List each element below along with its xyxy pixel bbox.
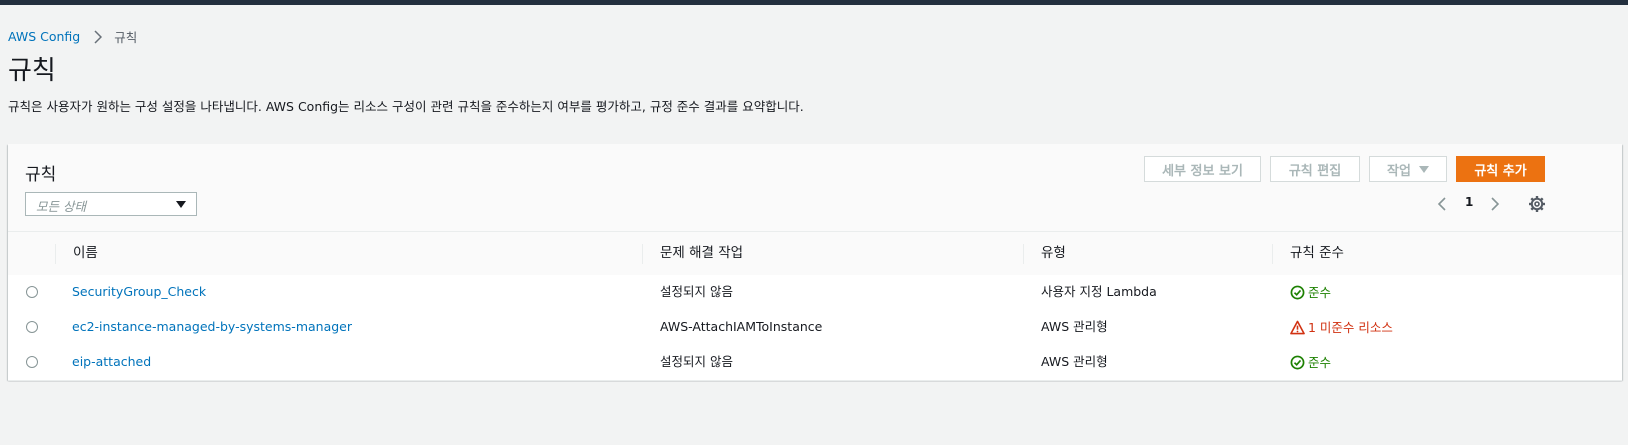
table-row[interactable]: SecurityGroup_Check 설정되지 않음 사용자 지정 Lambd… <box>8 275 1622 311</box>
status-filter-select[interactable]: 모든 상태 <box>25 192 197 216</box>
chevron-right-icon <box>94 29 103 44</box>
compliance-cell: 준수 <box>1290 275 1331 310</box>
view-details-button[interactable]: 세부 정보 보기 <box>1144 156 1261 182</box>
remediation-cell: AWS-AttachIAMToInstance <box>660 319 823 334</box>
type-cell: AWS 관리형 <box>1041 319 1108 334</box>
status-filter-placeholder: 모든 상태 <box>36 199 86 214</box>
check-circle-icon <box>1290 285 1305 300</box>
breadcrumb-aws-config-link[interactable]: AWS Config <box>8 29 80 44</box>
column-header-compliance[interactable]: 규칙 준수 <box>1290 232 1344 276</box>
row-select-radio[interactable] <box>26 356 38 368</box>
top-navigation-bar <box>0 0 1628 5</box>
row-select-radio[interactable] <box>26 286 38 298</box>
panel-title: 규칙 <box>25 165 57 185</box>
type-cell: 사용자 지정 Lambda <box>1041 284 1157 299</box>
gear-icon[interactable] <box>1528 195 1546 213</box>
page-title: 규칙 <box>8 56 56 86</box>
column-divider <box>1272 244 1273 264</box>
rule-name-link[interactable]: ec2-instance-managed-by-systems-manager <box>72 310 352 345</box>
column-header-remediation[interactable]: 문제 해결 작업 <box>660 232 743 276</box>
breadcrumb: AWS Config 규칙 <box>8 27 137 46</box>
compliance-status: 준수 <box>1308 284 1332 300</box>
add-rule-button[interactable]: 규칙 추가 <box>1456 156 1545 182</box>
table-row[interactable]: eip-attached 설정되지 않음 AWS 관리형 준수 <box>8 345 1622 381</box>
table-header: 이름 문제 해결 작업 유형 규칙 준수 <box>8 231 1622 277</box>
page-description: 규칙은 사용자가 원하는 구성 설정을 나타냅니다. AWS Config는 리… <box>8 99 804 114</box>
edit-rule-button[interactable]: 규칙 편집 <box>1270 156 1360 182</box>
table-row[interactable]: ec2-instance-managed-by-systems-manager … <box>8 310 1622 346</box>
chevron-left-icon[interactable] <box>1436 196 1448 212</box>
caret-down-icon <box>1418 165 1429 173</box>
chevron-right-icon[interactable] <box>1489 196 1501 212</box>
column-header-name[interactable]: 이름 <box>73 232 98 276</box>
column-header-type[interactable]: 유형 <box>1041 232 1066 276</box>
compliance-cell: 준수 <box>1290 345 1331 380</box>
rules-panel: 규칙 모든 상태 세부 정보 보기 규칙 편집 작업 규칙 추가 1 이름 문제… <box>8 144 1622 381</box>
column-divider <box>55 244 56 264</box>
row-select-radio[interactable] <box>26 321 38 333</box>
check-circle-icon <box>1290 355 1305 370</box>
rule-name-link[interactable]: eip-attached <box>72 345 151 380</box>
breadcrumb-current: 규칙 <box>114 30 138 45</box>
compliance-status: 준수 <box>1308 354 1332 370</box>
warning-triangle-icon <box>1290 320 1305 335</box>
caret-down-icon <box>176 201 186 208</box>
actions-button[interactable]: 작업 <box>1369 156 1447 182</box>
column-divider <box>642 244 643 264</box>
rule-name-link[interactable]: SecurityGroup_Check <box>72 275 206 310</box>
remediation-cell: 설정되지 않음 <box>660 284 733 299</box>
actions-button-label: 작업 <box>1387 163 1411 179</box>
page-number[interactable]: 1 <box>1465 195 1473 209</box>
compliance-cell: 1 미준수 리소스 <box>1290 310 1393 345</box>
type-cell: AWS 관리형 <box>1041 354 1108 369</box>
column-divider <box>1023 244 1024 264</box>
compliance-status[interactable]: 1 미준수 리소스 <box>1308 311 1393 345</box>
remediation-cell: 설정되지 않음 <box>660 354 733 369</box>
